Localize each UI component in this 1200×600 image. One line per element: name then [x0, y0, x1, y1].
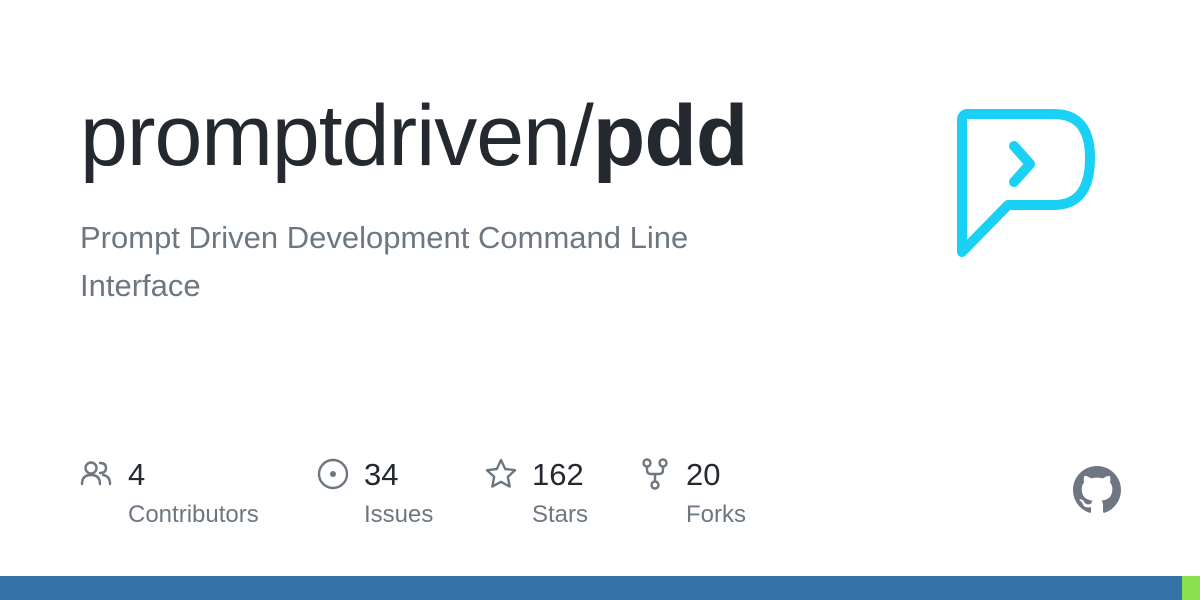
repo-title: promptdriven/pdd	[80, 86, 749, 186]
star-icon	[485, 458, 517, 488]
language-bar-segment	[1182, 576, 1200, 600]
repo-name: pdd	[592, 88, 749, 184]
stat-value: 162	[532, 457, 584, 492]
repo-forked-icon	[642, 458, 668, 490]
stat-value: 34	[364, 457, 399, 492]
issue-opened-icon	[317, 458, 349, 490]
github-mark-icon[interactable]	[1073, 466, 1121, 514]
stat-label: Issues	[364, 501, 434, 528]
stat-stars[interactable]: 162 Stars	[484, 455, 614, 535]
stat-value: 4	[128, 457, 146, 492]
stat-issues[interactable]: 34 Issues	[316, 455, 456, 535]
stat-label: Contributors	[128, 501, 259, 528]
language-bar	[0, 576, 1200, 600]
stat-label: Forks	[686, 501, 746, 528]
stat-value: 20	[686, 457, 721, 492]
people-icon	[80, 461, 112, 486]
prompt-p-logo-icon	[957, 109, 1095, 257]
stat-forks[interactable]: 20 Forks	[638, 455, 768, 535]
repo-description: Prompt Driven Development Command Line I…	[80, 220, 689, 303]
stat-label: Stars	[532, 501, 589, 528]
repo-owner: promptdriven/	[80, 88, 594, 184]
stat-contributors[interactable]: 4 Contributors	[80, 455, 280, 535]
language-bar-segment	[0, 576, 1182, 600]
